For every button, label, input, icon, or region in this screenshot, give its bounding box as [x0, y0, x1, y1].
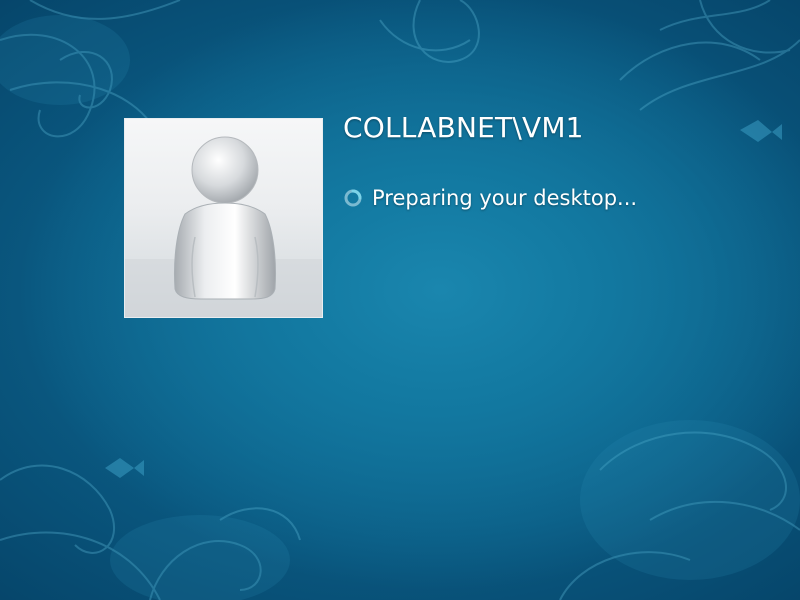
default-user-icon [125, 136, 322, 317]
status-row: Preparing your desktop... [343, 183, 637, 213]
status-message: Preparing your desktop... [372, 186, 638, 210]
wallpaper-decoration [0, 0, 800, 600]
username-label: COLLABNET\VM1 [343, 111, 584, 144]
busy-spinner-icon [344, 189, 362, 207]
user-avatar-tile [124, 118, 323, 318]
